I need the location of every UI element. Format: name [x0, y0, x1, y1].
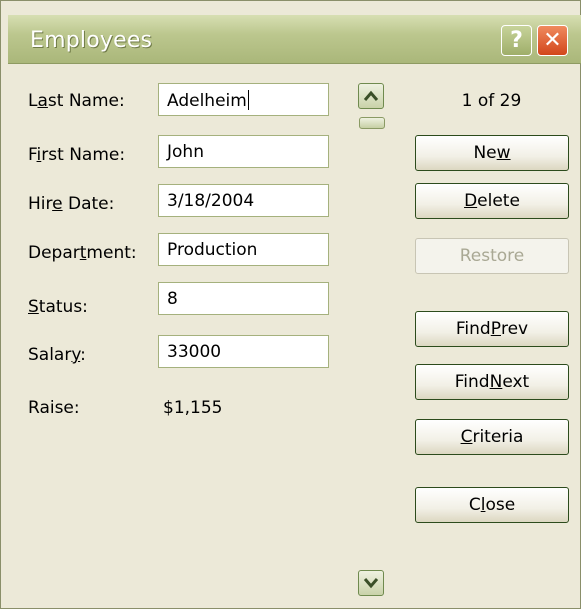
button-accesskey: w: [496, 143, 511, 163]
first-name-label: First Name:: [28, 145, 125, 165]
raise-label: Raise:: [28, 398, 80, 418]
department-label: Department:: [28, 243, 137, 263]
scroll-thumb[interactable]: [359, 117, 385, 129]
label-text: rst Name:: [41, 145, 126, 165]
label-text: st Name:: [47, 91, 125, 111]
question-mark-icon: ?: [510, 28, 523, 53]
find-next-button[interactable]: Find Next: [415, 364, 569, 400]
close-x-icon: ✕: [543, 28, 562, 53]
button-text: C: [468, 495, 481, 515]
label-accesskey: y: [71, 345, 81, 365]
help-button[interactable]: ?: [501, 25, 532, 56]
label-accesskey: a: [37, 91, 48, 111]
label-text: F: [28, 145, 37, 165]
button-accesskey: P: [490, 319, 501, 339]
employees-dialog: Employees ? ✕ Last Name: Adelheim First …: [0, 0, 581, 609]
last-name-label: Last Name:: [28, 91, 125, 111]
label-text: Hir: [28, 194, 53, 214]
field-value: Production: [167, 240, 258, 260]
field-value: 33000: [167, 342, 222, 362]
salary-field[interactable]: 33000: [158, 335, 329, 368]
label-text: Salar: [28, 345, 72, 365]
title-bar[interactable]: Employees ? ✕: [8, 15, 581, 64]
label-text: Depar: [28, 243, 80, 263]
button-text: Ne: [473, 143, 497, 163]
label-accesskey: S: [28, 297, 39, 317]
first-name-field[interactable]: John: [158, 135, 329, 168]
status-label: Status:: [28, 297, 88, 317]
last-name-field[interactable]: Adelheim: [158, 83, 329, 116]
button-accesskey: N: [489, 372, 503, 392]
find-prev-button[interactable]: Find Prev: [415, 311, 569, 347]
field-value: 3/18/2004: [167, 191, 255, 211]
button-text: Restore: [459, 246, 525, 266]
scroll-up-button[interactable]: [358, 83, 384, 109]
label-text: :: [80, 345, 86, 365]
label-accesskey: e: [52, 194, 63, 214]
label-text: ment:: [86, 243, 137, 263]
department-field[interactable]: Production: [158, 233, 329, 266]
button-accesskey: D: [464, 191, 478, 211]
chevron-down-icon: [363, 578, 379, 589]
criteria-button[interactable]: Criteria: [415, 419, 569, 455]
label-text: tatus:: [38, 297, 88, 317]
text-caret: [247, 90, 249, 110]
close-button[interactable]: Cl ose: [415, 487, 569, 523]
chevron-up-icon: [363, 90, 379, 101]
new-button[interactable]: Ne w: [415, 135, 569, 171]
button-text: elete: [477, 191, 520, 211]
status-field[interactable]: 8: [158, 282, 329, 315]
record-scrollbar[interactable]: [358, 83, 385, 596]
hire-date-label: Hire Date:: [28, 194, 114, 214]
hire-date-field[interactable]: 3/18/2004: [158, 184, 329, 217]
button-text: ose: [485, 495, 516, 515]
scroll-down-button[interactable]: [358, 570, 384, 596]
raise-value: $1,155: [163, 398, 223, 418]
salary-label: Salary:: [28, 345, 86, 365]
button-text: ext: [502, 372, 530, 392]
restore-button: Restore: [415, 238, 569, 274]
button-text: Find: [454, 372, 490, 392]
field-value: 8: [167, 289, 178, 309]
button-text: rev: [500, 319, 529, 339]
button-text: riteria: [472, 427, 524, 447]
label-text: Date:: [62, 194, 115, 214]
delete-button[interactable]: Delete: [415, 183, 569, 219]
field-value: Adelheim: [167, 91, 247, 111]
button-text: Find: [455, 319, 491, 339]
record-counter: 1 of 29: [461, 91, 522, 111]
button-accesskey: C: [460, 427, 473, 447]
window-title: Employees: [30, 28, 153, 53]
close-window-button[interactable]: ✕: [537, 25, 568, 56]
field-value: John: [167, 142, 204, 162]
